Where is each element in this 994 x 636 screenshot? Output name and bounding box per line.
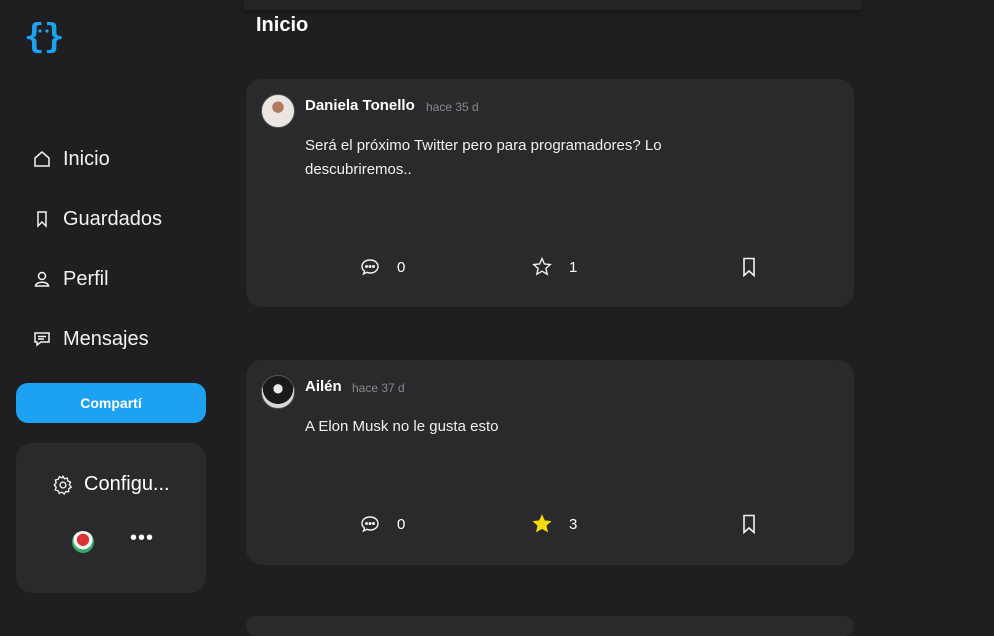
nav-item-mensajes[interactable]: Mensajes	[32, 322, 149, 356]
user-icon	[32, 269, 52, 289]
save-button[interactable]	[738, 513, 776, 535]
post-author[interactable]: Ailén	[305, 378, 342, 395]
comment-count: 0	[397, 515, 406, 533]
post-content: Será el próximo Twitter pero para progra…	[305, 137, 662, 178]
nav-item-guardados[interactable]: Guardados	[32, 202, 162, 236]
star-count: 1	[569, 258, 578, 276]
bookmark-icon	[738, 513, 760, 535]
post-card: Daniela Tonello hace 35 d Será el próxim…	[246, 79, 854, 307]
home-icon	[32, 149, 52, 169]
page-title: Inicio	[256, 14, 309, 36]
config-label: Configu...	[84, 473, 170, 495]
more-options-button[interactable]: •••	[130, 527, 154, 550]
nav-item-inicio[interactable]: Inicio	[32, 142, 110, 176]
header-bar	[244, 0, 862, 10]
svg-text:}: }	[44, 17, 64, 56]
post-card	[246, 616, 854, 636]
avatar[interactable]	[261, 94, 295, 128]
comment-icon	[359, 256, 381, 278]
save-button[interactable]	[738, 256, 776, 278]
comment-button[interactable]: 0	[359, 256, 405, 278]
post-author[interactable]: Daniela Tonello	[305, 97, 415, 114]
post-content: A Elon Musk no le gusta esto	[305, 418, 499, 435]
sidebar: { } Inicio Guardados Perfil Mensajes Com…	[0, 0, 226, 622]
nav-label: Guardados	[63, 207, 162, 230]
star-count: 3	[569, 515, 578, 533]
star-filled-icon	[531, 513, 553, 535]
nav-label: Inicio	[63, 147, 110, 170]
star-button[interactable]: 1	[531, 256, 577, 278]
comment-button[interactable]: 0	[359, 513, 405, 535]
comment-count: 0	[397, 258, 406, 276]
post-time: hace 37 d	[352, 381, 405, 395]
nav-label: Perfil	[63, 267, 109, 290]
nav-label: Mensajes	[63, 327, 149, 350]
post-card: Ailén hace 37 d A Elon Musk no le gusta …	[246, 360, 854, 565]
star-button[interactable]: 3	[531, 513, 577, 535]
message-icon	[32, 329, 52, 349]
config-panel: Configu... •••	[16, 443, 206, 593]
comment-icon	[359, 513, 381, 535]
svg-text:{: {	[24, 17, 44, 56]
bookmark-icon	[738, 256, 760, 278]
share-button[interactable]: Compartí	[16, 383, 206, 423]
avatar[interactable]	[72, 531, 94, 553]
curly-braces-logo-icon[interactable]: { }	[24, 16, 64, 57]
gear-icon	[52, 474, 74, 496]
bookmark-icon	[32, 209, 52, 229]
star-icon	[531, 256, 553, 278]
config-button[interactable]: Configu...	[52, 473, 170, 496]
nav-item-perfil[interactable]: Perfil	[32, 262, 109, 296]
avatar[interactable]	[261, 375, 295, 409]
post-time: hace 35 d	[426, 100, 479, 114]
